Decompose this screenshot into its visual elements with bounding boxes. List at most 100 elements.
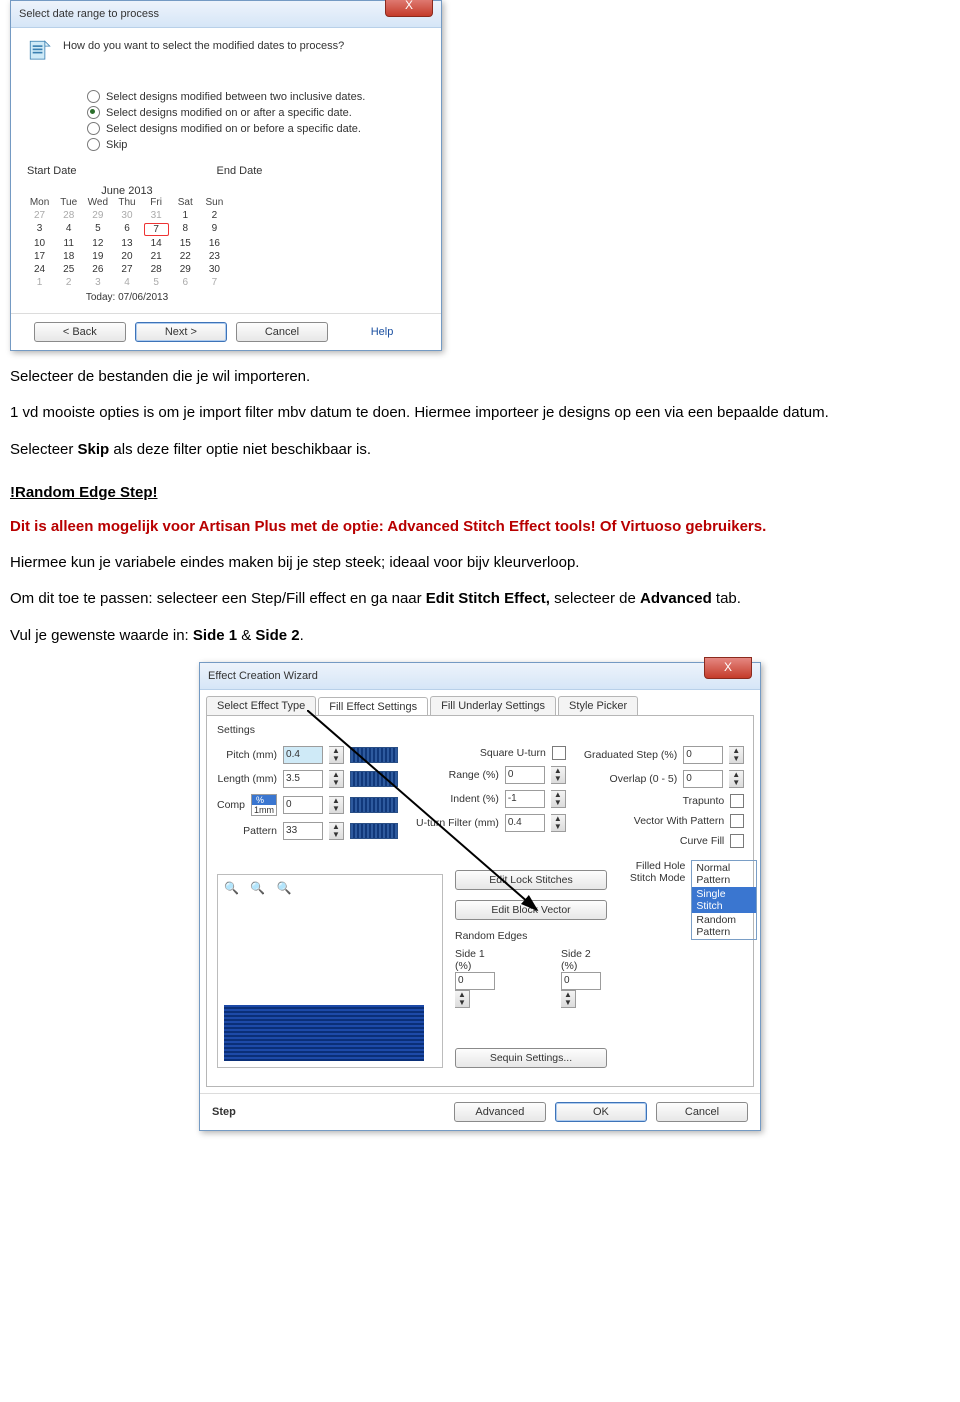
overlap-label: Overlap (0 - 5) (584, 773, 677, 785)
filled-hole-mode-list[interactable]: Normal Pattern Single Stitch Random Patt… (691, 860, 757, 940)
document-icon (27, 38, 53, 64)
pattern-label: Pattern (217, 825, 277, 837)
radio-icon (87, 90, 100, 103)
zoom-icons[interactable]: 🔍 🔍 🔍 (224, 881, 296, 895)
grad-step-label: Graduated Step (%) (584, 749, 677, 761)
overlap-input[interactable]: 0 (683, 770, 723, 788)
cancel-button[interactable]: Cancel (656, 1102, 748, 1122)
option-label: Select designs modified on or after a sp… (106, 107, 352, 119)
list-item[interactable]: Single Stitch (692, 887, 756, 913)
text: . (300, 627, 304, 644)
warning-text: Dit is alleen mogelijk voor Artisan Plus… (10, 517, 950, 537)
tab-fill-settings[interactable]: Fill Effect Settings (318, 697, 428, 716)
back-button[interactable]: < Back (34, 322, 126, 342)
range-label: Range (%) (416, 769, 499, 781)
text-bold: Side 1 (193, 627, 237, 644)
comp-input[interactable]: 0 (283, 796, 323, 814)
text-bold: Skip (78, 441, 110, 458)
square-uturn-checkbox[interactable] (552, 746, 566, 760)
indent-label: Indent (%) (416, 793, 499, 805)
indent-input[interactable]: -1 (505, 790, 545, 808)
option-between-dates[interactable]: Select designs modified between two incl… (87, 90, 425, 103)
trapunto-label: Trapunto (584, 795, 724, 807)
option-label: Select designs modified between two incl… (106, 91, 365, 103)
stitch-preview (224, 1005, 424, 1061)
pattern-swatch (350, 771, 398, 787)
next-button[interactable]: Next > (135, 322, 227, 342)
text-bold: Side 2 (255, 627, 299, 644)
paragraph: Hiermee kun je variabele eindes maken bi… (10, 553, 950, 573)
spinner-icon[interactable]: ▲▼ (551, 790, 566, 808)
vector-pattern-label: Vector With Pattern (584, 815, 724, 827)
option-on-after[interactable]: Select designs modified on or after a sp… (87, 106, 425, 119)
curve-fill-checkbox[interactable] (730, 834, 744, 848)
range-input[interactable]: 0 (505, 766, 545, 784)
pattern-swatch (350, 747, 398, 763)
spinner-icon[interactable]: ▲▼ (561, 990, 576, 1008)
text: als deze filter optie niet beschikbaar i… (109, 441, 371, 458)
pattern-input[interactable]: 33 (283, 822, 323, 840)
option-on-before[interactable]: Select designs modified on or before a s… (87, 122, 425, 135)
text: Om dit toe te passen: selecteer een Step… (10, 590, 426, 607)
tab-style-picker[interactable]: Style Picker (558, 696, 638, 715)
dialog-question: How do you want to select the modified d… (63, 38, 344, 64)
spinner-icon[interactable]: ▲▼ (729, 746, 744, 764)
side2-input[interactable]: 0 (561, 972, 601, 990)
close-button[interactable]: X (704, 657, 752, 679)
side2-label: Side 2 (%) (561, 948, 591, 972)
spinner-icon[interactable]: ▲▼ (329, 822, 344, 840)
random-edges-label: Random Edges (455, 930, 607, 942)
vector-pattern-checkbox[interactable] (730, 814, 744, 828)
curve-fill-label: Curve Fill (584, 835, 724, 847)
list-item[interactable]: Normal Pattern (692, 861, 756, 887)
section-heading: !Random Edge Step! (10, 484, 950, 501)
spinner-icon[interactable]: ▲▼ (329, 770, 344, 788)
dialog-title: Effect Creation Wizard (208, 663, 318, 689)
calendar-today[interactable]: Today: 07/06/2013 (27, 292, 227, 303)
end-date-label: End Date (217, 165, 263, 177)
list-item[interactable]: Random Pattern (692, 913, 756, 939)
spinner-icon[interactable]: ▲▼ (729, 770, 744, 788)
advanced-button[interactable]: Advanced (454, 1102, 546, 1122)
close-button[interactable]: X (385, 0, 433, 17)
side1-input[interactable]: 0 (455, 972, 495, 990)
dialog-title: Select date range to process (19, 1, 159, 27)
length-input[interactable]: 3.5 (283, 770, 323, 788)
uturn-filter-input[interactable]: 0.4 (505, 814, 545, 832)
ok-button[interactable]: OK (555, 1102, 647, 1122)
help-button[interactable]: Help (337, 323, 427, 341)
grad-step-input[interactable]: 0 (683, 746, 723, 764)
text-bold: Edit Stitch Effect, (426, 590, 550, 607)
spinner-icon[interactable]: ▲▼ (455, 990, 470, 1008)
spinner-icon[interactable]: ▲▼ (551, 814, 566, 832)
edit-lock-stitches-button[interactable]: Edit Lock Stitches (455, 870, 607, 890)
option-label: Skip (106, 139, 127, 151)
dialog-titlebar: Select date range to process (11, 1, 441, 28)
radio-icon (87, 138, 100, 151)
spinner-icon[interactable]: ▲▼ (551, 766, 566, 784)
option-skip[interactable]: Skip (87, 138, 425, 151)
option-label: Select designs modified on or before a s… (106, 123, 361, 135)
sequin-settings-button[interactable]: Sequin Settings... (455, 1048, 607, 1068)
comp-unit-mm[interactable]: 1mm (252, 805, 276, 815)
radio-icon (87, 122, 100, 135)
paragraph: Vul je gewenste waarde in: Side 1 & Side… (10, 626, 950, 646)
tab-select-effect[interactable]: Select Effect Type (206, 696, 316, 715)
effect-name: Step (212, 1106, 236, 1118)
comp-unit-percent[interactable]: % (252, 795, 276, 805)
trapunto-checkbox[interactable] (730, 794, 744, 808)
filled-hole-mode-label: Filled Hole Stitch Mode (619, 860, 685, 884)
text: Vul je gewenste waarde in: (10, 627, 193, 644)
start-date-label: Start Date (27, 165, 77, 177)
cancel-button[interactable]: Cancel (236, 322, 328, 342)
spinner-icon[interactable]: ▲▼ (329, 746, 344, 764)
tab-underlay[interactable]: Fill Underlay Settings (430, 696, 556, 715)
length-label: Length (mm) (217, 773, 277, 785)
pitch-input[interactable]: 0.4 (283, 746, 323, 764)
calendar[interactable]: June 2013 MonTueWedThuFriSatSun272829303… (27, 185, 227, 303)
pitch-label: Pitch (mm) (217, 749, 277, 761)
spinner-icon[interactable]: ▲▼ (329, 796, 344, 814)
paragraph: Selecteer Skip als deze filter optie nie… (10, 440, 950, 460)
radio-icon (87, 106, 100, 119)
edit-block-vector-button[interactable]: Edit Block Vector (455, 900, 607, 920)
